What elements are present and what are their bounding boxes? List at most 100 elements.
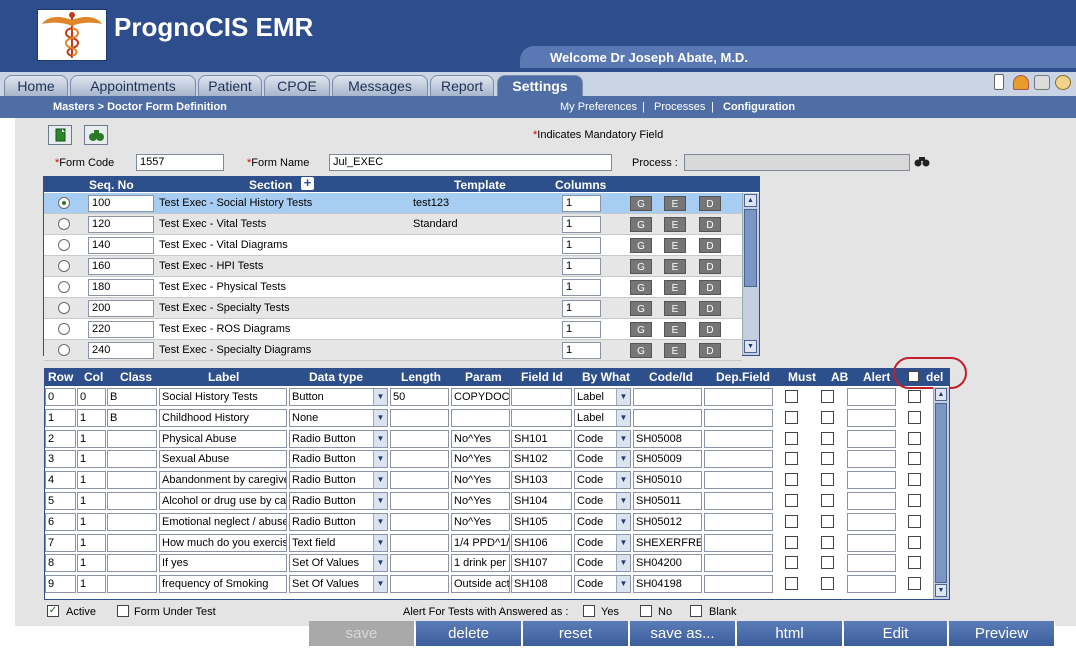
dep-field-input[interactable] [704, 429, 773, 448]
g-button[interactable]: G [630, 343, 652, 358]
delete-checkbox[interactable] [908, 473, 921, 487]
d-button[interactable]: D [699, 238, 721, 253]
field-id-input[interactable] [511, 388, 572, 406]
col-input[interactable]: 1 [77, 512, 106, 531]
columns-input[interactable]: 1 [562, 195, 601, 212]
form-name-input[interactable]: Jul_EXEC [329, 154, 612, 171]
dep-field-input[interactable] [704, 450, 773, 469]
must-checkbox[interactable] [785, 473, 798, 487]
class-input[interactable] [107, 471, 157, 490]
label-input[interactable]: Sexual Abuse [159, 450, 287, 469]
data-type-select[interactable]: Radio Button ▼ [289, 512, 388, 531]
length-input[interactable] [390, 492, 449, 510]
must-checkbox[interactable] [785, 577, 798, 591]
scroll-thumb[interactable] [935, 403, 947, 583]
field-id-input[interactable]: SH101 [511, 429, 572, 448]
label-input[interactable]: Emotional neglect / abuse [159, 512, 287, 531]
e-button[interactable]: E [664, 343, 686, 358]
tab-report[interactable]: Report [430, 75, 494, 96]
col-input[interactable]: 1 [77, 575, 106, 594]
class-input[interactable] [107, 450, 157, 469]
section-row[interactable]: 140 Test Exec - Vital Diagrams 1 G E D [44, 235, 742, 256]
seq-no-input[interactable]: 180 [88, 279, 154, 296]
by-what-select[interactable]: Code ▼ [574, 512, 631, 531]
code-id-input[interactable]: SH05009 [633, 450, 702, 469]
by-what-select[interactable]: Code ▼ [574, 533, 631, 552]
length-input[interactable]: 50 [390, 388, 449, 406]
col-input[interactable]: 1 [77, 471, 106, 490]
must-checkbox[interactable] [785, 431, 798, 445]
d-button[interactable]: D [699, 280, 721, 295]
d-button[interactable]: D [699, 322, 721, 337]
code-id-input[interactable]: SH05008 [633, 429, 702, 448]
row-input[interactable]: 3 [45, 450, 76, 469]
must-checkbox[interactable] [785, 452, 798, 466]
scroll-down-icon[interactable]: ▼ [744, 340, 757, 353]
length-input[interactable] [390, 408, 449, 427]
scroll-up-icon[interactable]: ▲ [744, 194, 757, 207]
dep-field-input[interactable] [704, 575, 773, 594]
columns-input[interactable]: 1 [562, 258, 601, 275]
alert-input[interactable] [847, 471, 896, 490]
dep-field-input[interactable] [704, 554, 773, 573]
e-button[interactable]: E [664, 217, 686, 232]
col-input[interactable]: 1 [77, 492, 106, 510]
columns-input[interactable]: 1 [562, 321, 601, 338]
field-id-input[interactable]: SH103 [511, 471, 572, 490]
param-input[interactable]: No^Yes [451, 429, 510, 448]
section-radio[interactable] [58, 260, 70, 272]
section-radio[interactable] [58, 344, 70, 356]
data-type-select[interactable]: Button ▼ [289, 388, 388, 406]
must-checkbox[interactable] [785, 514, 798, 528]
alert-input[interactable] [847, 492, 896, 510]
field-id-input[interactable]: SH107 [511, 554, 572, 573]
field-id-input[interactable]: SH108 [511, 575, 572, 594]
field-id-input[interactable] [511, 408, 572, 427]
class-input[interactable] [107, 512, 157, 531]
dep-field-input[interactable] [704, 408, 773, 427]
delete-button[interactable]: delete [416, 621, 522, 646]
g-button[interactable]: G [630, 259, 652, 274]
columns-input[interactable]: 1 [562, 342, 601, 359]
delete-checkbox[interactable] [908, 577, 921, 591]
length-input[interactable] [390, 429, 449, 448]
code-id-input[interactable]: SH05010 [633, 471, 702, 490]
code-id-input[interactable]: SH04198 [633, 575, 702, 594]
scroll-up-icon[interactable]: ▲ [935, 388, 947, 401]
row-input[interactable]: 1 [45, 408, 76, 427]
label-input[interactable]: How much do you exercis [159, 533, 287, 552]
dep-field-input[interactable] [704, 471, 773, 490]
tab-settings[interactable]: Settings [497, 75, 583, 96]
alert-input[interactable] [847, 512, 896, 531]
alert-input[interactable] [847, 533, 896, 552]
columns-input[interactable]: 1 [562, 300, 601, 317]
dep-field-input[interactable] [704, 492, 773, 510]
e-button[interactable]: E [664, 196, 686, 211]
seq-no-input[interactable]: 100 [88, 195, 154, 212]
by-what-select[interactable]: Code ▼ [574, 554, 631, 573]
param-input[interactable]: 1/4 PPD^1/2 [451, 533, 510, 552]
code-id-input[interactable] [633, 388, 702, 406]
class-input[interactable]: B [107, 408, 157, 427]
field-id-input[interactable]: SH102 [511, 450, 572, 469]
row-input[interactable]: 5 [45, 492, 76, 510]
delete-checkbox[interactable] [908, 452, 921, 466]
length-input[interactable] [390, 575, 449, 594]
e-button[interactable]: E [664, 259, 686, 274]
add-section-icon[interactable]: + [301, 176, 314, 190]
delete-checkbox[interactable] [908, 556, 921, 570]
label-input[interactable]: Social History Tests [159, 388, 287, 406]
dep-field-input[interactable] [704, 388, 773, 406]
process-lookup-icon[interactable] [914, 154, 930, 168]
data-type-select[interactable]: Text field ▼ [289, 533, 388, 552]
param-input[interactable]: Outside act [451, 575, 510, 594]
seq-no-input[interactable]: 120 [88, 216, 154, 233]
row-input[interactable]: 8 [45, 554, 76, 573]
alert-input[interactable] [847, 408, 896, 427]
must-checkbox[interactable] [785, 390, 798, 403]
section-row[interactable]: 200 Test Exec - Specialty Tests 1 G E D [44, 298, 742, 319]
ab-checkbox[interactable] [821, 514, 834, 528]
ab-checkbox[interactable] [821, 410, 834, 424]
param-input[interactable] [451, 408, 510, 427]
preview-button[interactable]: Preview [949, 621, 1055, 646]
